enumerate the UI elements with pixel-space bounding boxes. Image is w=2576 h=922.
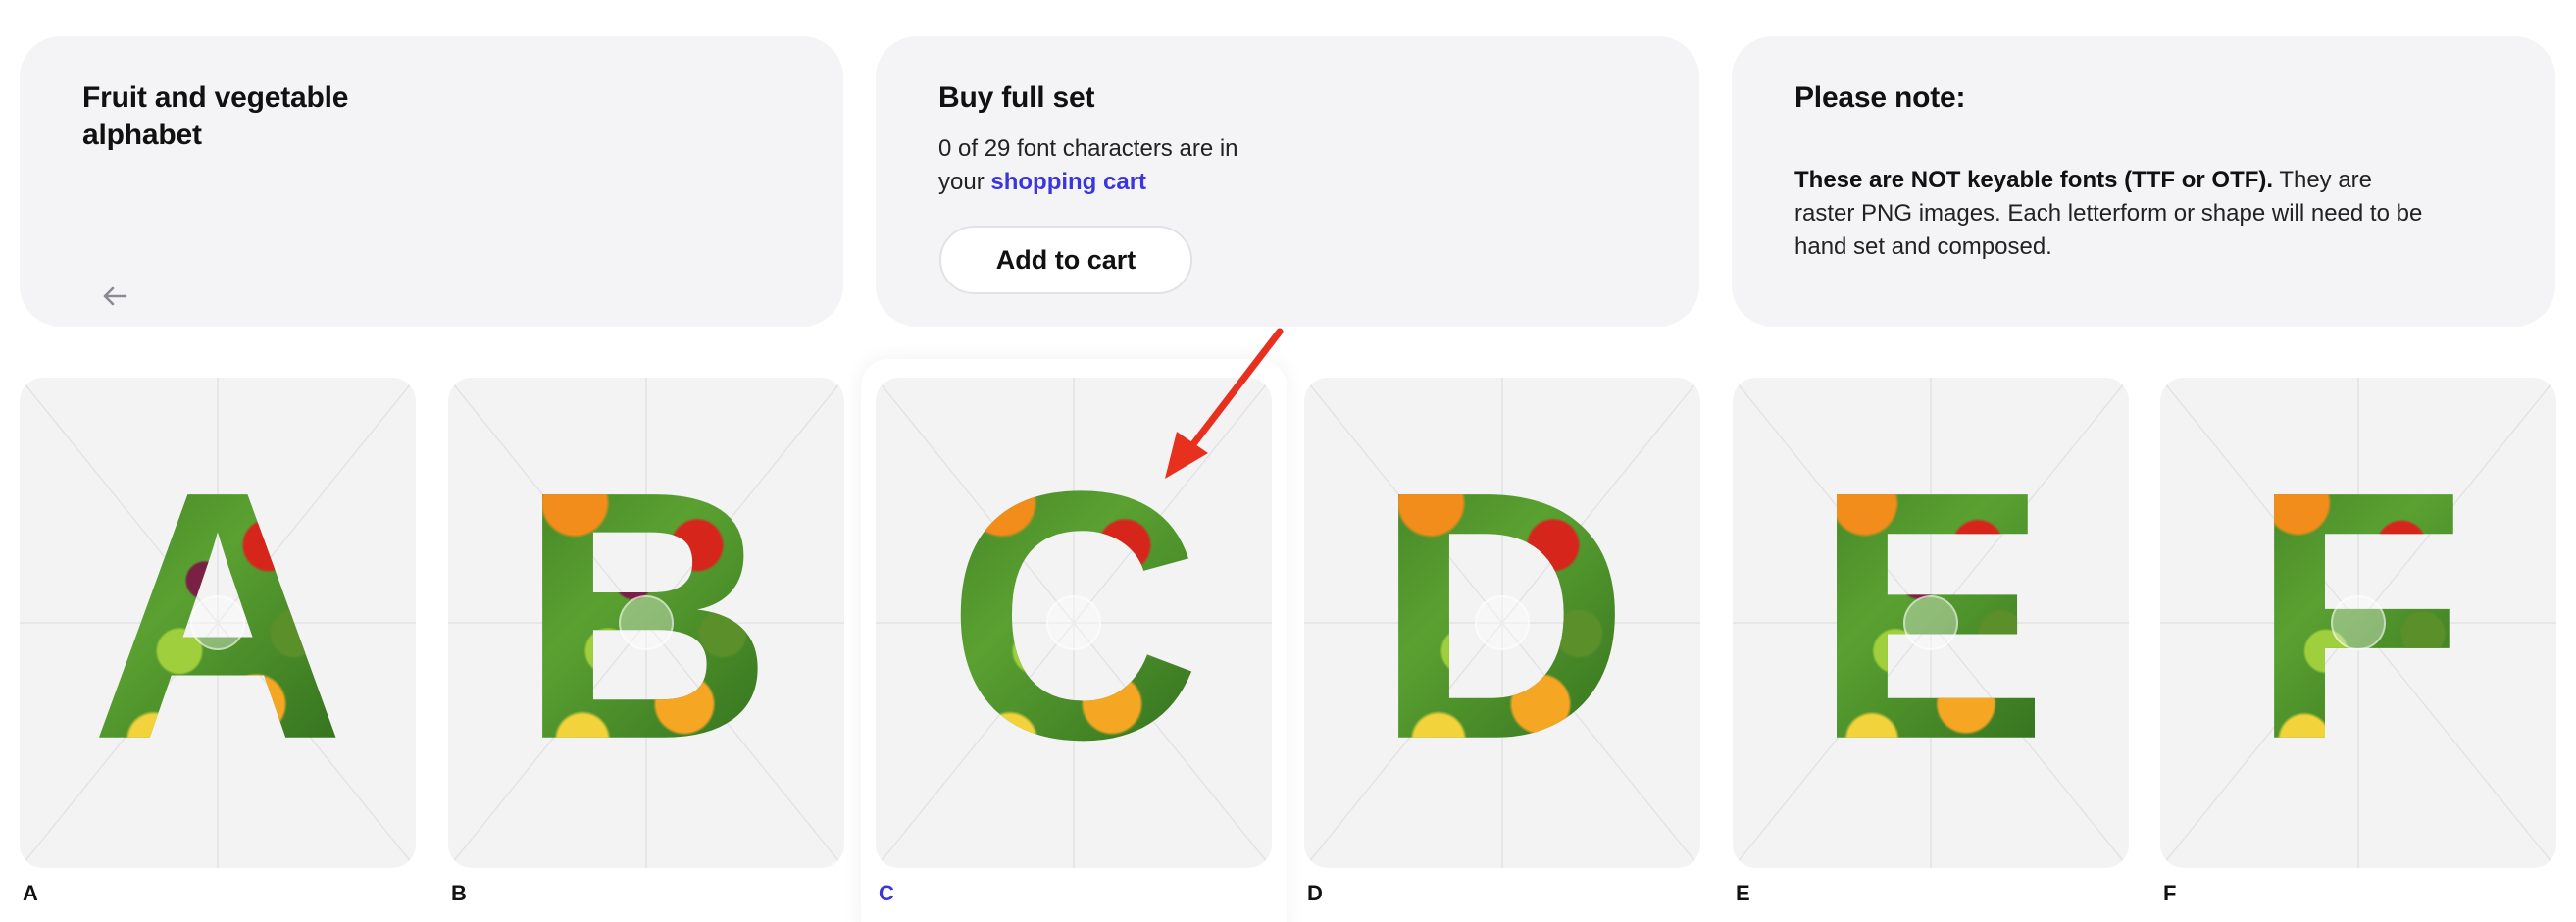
letter-label[interactable]: E — [1736, 881, 1750, 906]
letter-label[interactable]: D — [1307, 881, 1323, 906]
letter-tile[interactable]: A — [20, 378, 416, 868]
buy-title: Buy full set — [938, 81, 1095, 114]
shopping-cart-link[interactable]: shopping cart — [990, 169, 1146, 195]
watermark-icon — [2331, 595, 2386, 650]
arrow-left-icon-svg — [103, 286, 127, 306]
watermark-icon — [1475, 595, 1530, 650]
note-card: Please note: These are NOT keyable fonts… — [1732, 36, 2555, 327]
letter-label[interactable]: A — [23, 881, 38, 906]
note-title: Please note: — [1794, 81, 1966, 114]
cart-status: 0 of 29 font characters are in your shop… — [938, 132, 1272, 199]
letter-tile[interactable]: F — [2160, 378, 2556, 868]
note-bold: These are NOT keyable fonts (TTF or OTF)… — [1794, 167, 2274, 193]
letter-label[interactable]: F — [2163, 881, 2176, 906]
letter-label[interactable]: C — [879, 881, 894, 906]
note-body: These are NOT keyable fonts (TTF or OTF)… — [1794, 164, 2432, 264]
letter-label[interactable]: B — [451, 881, 467, 906]
arrow-left-icon[interactable] — [100, 282, 129, 311]
annotation-arrow-icon — [1165, 328, 1284, 479]
watermark-icon — [1046, 595, 1101, 650]
watermark-icon — [1903, 595, 1958, 650]
watermark-icon — [619, 595, 674, 650]
intro-card: Fruit and vegetable alphabet — [20, 36, 843, 327]
letter-tile[interactable]: E — [1733, 378, 2129, 868]
letter-tile[interactable]: D — [1304, 378, 1700, 868]
watermark-icon — [190, 595, 245, 650]
buy-card: Buy full set 0 of 29 font characters are… — [876, 36, 1699, 327]
page-title: Fruit and vegetable alphabet — [82, 81, 349, 151]
letter-tile[interactable]: B — [448, 378, 844, 868]
add-to-cart-button[interactable]: Add to cart — [939, 226, 1192, 294]
